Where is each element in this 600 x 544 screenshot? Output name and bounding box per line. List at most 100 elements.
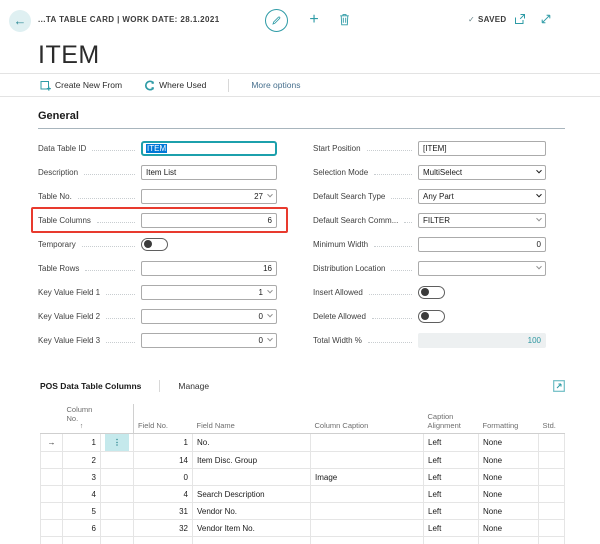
- cell-field-name[interactable]: Item Disc. Group: [193, 452, 311, 469]
- cell-caption-alignment[interactable]: Left: [424, 452, 479, 469]
- cell-field-name[interactable]: [193, 469, 311, 486]
- field-row-key-value-field-2: Key Value Field 2 0: [38, 304, 277, 328]
- cell-formatting[interactable]: None: [479, 503, 539, 520]
- field-label: Default Search Type: [313, 192, 385, 201]
- cell-field-name[interactable]: Vendor No.: [193, 503, 311, 520]
- window-controls: [514, 13, 552, 25]
- cell-formatting[interactable]: None: [479, 434, 539, 452]
- header-field-name[interactable]: Field Name: [193, 404, 311, 434]
- insert-allowed-toggle[interactable]: [418, 286, 445, 299]
- part-header-divider: [159, 380, 160, 392]
- cell-column-no[interactable]: 6: [63, 520, 101, 537]
- cell-std[interactable]: [539, 503, 565, 520]
- general-left-column: Data Table ID ITEM Description Item List…: [38, 136, 277, 352]
- back-arrow-icon: ←: [14, 13, 27, 28]
- field-label: Total Width %: [313, 336, 362, 345]
- dotted-leader: [369, 294, 412, 295]
- field-label: Default Search Comm...: [313, 216, 398, 225]
- cell-field-name[interactable]: Vendor Item No.: [193, 520, 311, 537]
- header-caption-alignment[interactable]: Caption Alignment: [424, 404, 479, 434]
- selection-mode-select[interactable]: MultiSelect: [418, 165, 546, 180]
- cell-caption-alignment[interactable]: Left: [424, 520, 479, 537]
- cell-formatting[interactable]: None: [479, 520, 539, 537]
- cell-column-caption[interactable]: [311, 486, 424, 503]
- saved-label: SAVED: [478, 15, 506, 24]
- dotted-leader: [368, 342, 412, 343]
- expand-part-button[interactable]: [553, 380, 565, 392]
- save-status: ✓SAVED: [468, 15, 506, 24]
- where-used-button[interactable]: Where Used: [144, 80, 206, 91]
- cell-std[interactable]: [539, 434, 565, 452]
- section-heading-general[interactable]: General: [38, 109, 565, 129]
- cell-column-caption[interactable]: [311, 452, 424, 469]
- dotted-leader: [404, 222, 412, 223]
- cell-column-caption[interactable]: [311, 520, 424, 537]
- cell-field-name[interactable]: No.: [193, 434, 311, 452]
- cell-column-no[interactable]: 5: [63, 503, 101, 520]
- field-label: Delete Allowed: [313, 312, 366, 321]
- cell-field-name[interactable]: Search Description: [193, 486, 311, 503]
- description-input[interactable]: Item List: [141, 165, 277, 180]
- cell-column-caption[interactable]: [311, 503, 424, 520]
- dotted-leader: [106, 294, 135, 295]
- cell-field-no[interactable]: 32: [134, 520, 193, 537]
- active-row-indicator-icon: →: [41, 434, 63, 452]
- create-new-from-button[interactable]: Create New From: [40, 80, 122, 91]
- open-in-window-button[interactable]: [514, 13, 526, 25]
- cell-formatting[interactable]: None: [479, 486, 539, 503]
- header-column-no[interactable]: Column No. ↑: [63, 404, 101, 434]
- header-std[interactable]: Std.: [539, 404, 565, 434]
- table-columns-input[interactable]: 6: [141, 213, 277, 228]
- default-search-type-select[interactable]: Any Part: [418, 189, 546, 204]
- table-no-lookup[interactable]: 27: [141, 189, 277, 204]
- cell-caption-alignment[interactable]: Left: [424, 486, 479, 503]
- cell-formatting[interactable]: None: [479, 469, 539, 486]
- key-value-field-1-lookup[interactable]: 1: [141, 285, 277, 300]
- cell-column-no[interactable]: 3: [63, 469, 101, 486]
- more-options-button[interactable]: More options: [251, 80, 300, 90]
- table-rows-input[interactable]: 16: [141, 261, 277, 276]
- cell-field-no[interactable]: 14: [134, 452, 193, 469]
- cell-column-no[interactable]: 2: [63, 452, 101, 469]
- data-table-id-input[interactable]: ITEM: [141, 141, 277, 156]
- cell-column-no[interactable]: 4: [63, 486, 101, 503]
- back-button[interactable]: ←: [9, 10, 31, 32]
- header-column-caption[interactable]: Column Caption: [311, 404, 424, 434]
- fullscreen-button[interactable]: [540, 13, 552, 25]
- cell-formatting[interactable]: None: [479, 452, 539, 469]
- delete-button[interactable]: [339, 13, 350, 26]
- cell-caption-alignment[interactable]: Left: [424, 434, 479, 452]
- cell-column-no[interactable]: 1: [63, 434, 101, 452]
- cell-field-no[interactable]: 0: [134, 469, 193, 486]
- distribution-location-lookup[interactable]: [418, 261, 546, 276]
- header-formatting[interactable]: Formatting: [479, 404, 539, 434]
- table-header-row: Column No. ↑ Field No. Field Name Column…: [41, 404, 565, 434]
- key-value-field-3-lookup[interactable]: 0: [141, 333, 277, 348]
- create-new-from-label: Create New From: [55, 80, 122, 90]
- edit-button[interactable]: [265, 9, 288, 32]
- header-field-no[interactable]: Field No.: [134, 404, 193, 434]
- minimum-width-input[interactable]: 0: [418, 237, 546, 252]
- cell-caption-alignment[interactable]: Left: [424, 503, 479, 520]
- cell-std[interactable]: [539, 469, 565, 486]
- cell-std[interactable]: [539, 452, 565, 469]
- temporary-toggle[interactable]: [141, 238, 168, 251]
- cell-field-no[interactable]: 31: [134, 503, 193, 520]
- table-row: → 1 ⋮ 1 No. Left None: [41, 434, 565, 452]
- cell-column-caption[interactable]: Image: [311, 469, 424, 486]
- cell-caption-alignment[interactable]: Left: [424, 469, 479, 486]
- cell-std[interactable]: [539, 486, 565, 503]
- chevron-down-icon: [267, 288, 273, 294]
- key-value-field-2-lookup[interactable]: 0: [141, 309, 277, 324]
- delete-allowed-toggle[interactable]: [418, 310, 445, 323]
- row-menu-icon[interactable]: ⋮: [105, 434, 129, 451]
- start-position-input[interactable]: [ITEM]: [418, 141, 546, 156]
- cell-column-caption[interactable]: [311, 434, 424, 452]
- cell-field-no[interactable]: 1: [134, 434, 193, 452]
- cell-field-no[interactable]: 4: [134, 486, 193, 503]
- manage-button[interactable]: Manage: [178, 381, 209, 391]
- default-search-command-lookup[interactable]: FILTER: [418, 213, 546, 228]
- new-button[interactable]: +: [303, 9, 325, 31]
- field-row-start-position: Start Position [ITEM]: [313, 136, 546, 160]
- cell-std[interactable]: [539, 520, 565, 537]
